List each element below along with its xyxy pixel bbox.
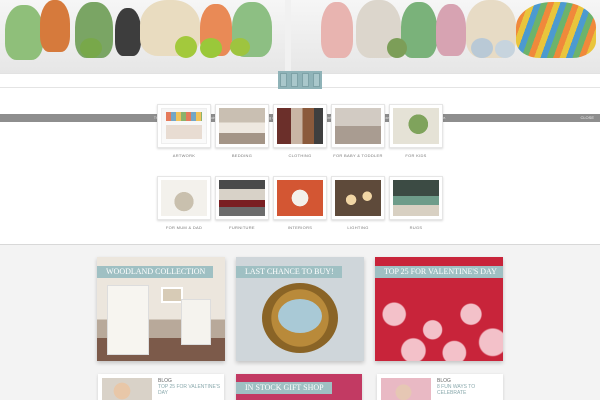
hero-image-knitted-toys-right[interactable] (291, 0, 600, 73)
category-label[interactable]: RUGS (388, 225, 444, 230)
chair-graphic (181, 299, 211, 345)
kids-thumbnail[interactable] (389, 104, 443, 148)
gift-shop-card[interactable]: IN STOCK GIFT SHOP (236, 374, 362, 400)
feature-card-woodland[interactable]: WOODLAND COLLECTION (97, 257, 225, 361)
feature-card-label[interactable]: TOP 25 FOR VALENTINE'S DAY (375, 266, 503, 278)
category-interiors[interactable]: INTERIORS (272, 176, 328, 230)
category-rugs[interactable]: RUGS (388, 176, 444, 230)
slide-indicator[interactable] (280, 73, 287, 87)
category-lighting[interactable]: LIGHTING (330, 176, 386, 230)
blog-thumbnail[interactable] (381, 378, 431, 400)
category-mum-dad[interactable]: FOR MUM & DAD (156, 176, 212, 230)
interiors-thumbnail[interactable] (273, 176, 327, 220)
blog-card-text[interactable]: BLOG TOP 25 FOR VALENTINE'S DAY (158, 378, 224, 396)
furniture-thumbnail[interactable] (215, 176, 269, 220)
category-furniture[interactable]: FURNITURE (214, 176, 270, 230)
wall-art-graphic (161, 287, 183, 303)
rugs-thumbnail[interactable] (389, 176, 443, 220)
blog-title[interactable]: 8 FUN WAYS TO CELEBRATE (437, 384, 475, 396)
feature-card-last-chance[interactable]: LAST CHANCE TO BUY! (236, 257, 364, 361)
blog-card-celebrate[interactable]: BLOG 8 FUN WAYS TO CELEBRATE (377, 374, 503, 400)
bedding-thumbnail[interactable] (215, 104, 269, 148)
blog-card-text[interactable]: BLOG 8 FUN WAYS TO CELEBRATE (437, 378, 503, 396)
category-label[interactable]: FOR BABY & TODDLER (330, 153, 386, 158)
slide-indicator[interactable] (291, 73, 298, 87)
hero-image-knitted-toys-left[interactable] (0, 0, 285, 73)
baby-toddler-thumbnail[interactable] (331, 104, 385, 148)
blog-card-valentines[interactable]: BLOG TOP 25 FOR VALENTINE'S DAY (98, 374, 224, 400)
category-artwork[interactable]: ARTWORK (156, 104, 212, 158)
feature-card-label[interactable]: LAST CHANCE TO BUY! (236, 266, 342, 278)
cookie-close-button[interactable]: CLOSE (580, 114, 594, 122)
artwork-thumbnail[interactable] (157, 104, 211, 148)
hero-banner[interactable] (0, 0, 600, 74)
feature-card-label[interactable]: WOODLAND COLLECTION (97, 266, 214, 278)
category-label[interactable]: BEDDING (214, 153, 270, 158)
feature-card-valentines[interactable]: TOP 25 FOR VALENTINE'S DAY (375, 257, 503, 361)
category-label[interactable]: ARTWORK (156, 153, 212, 158)
mum-dad-thumbnail[interactable] (157, 176, 211, 220)
hero-slider-ribbon[interactable] (278, 71, 322, 89)
category-clothing[interactable]: CLOTHING (272, 104, 328, 158)
category-label[interactable]: CLOTHING (272, 153, 328, 158)
slide-indicator[interactable] (313, 73, 320, 87)
category-baby-toddler[interactable]: FOR BABY & TODDLER (330, 104, 386, 158)
category-label[interactable]: LIGHTING (330, 225, 386, 230)
dresser-graphic (107, 285, 149, 355)
category-label[interactable]: FOR MUM & DAD (156, 225, 212, 230)
clothing-thumbnail[interactable] (273, 104, 327, 148)
gift-shop-label[interactable]: IN STOCK GIFT SHOP (236, 382, 332, 394)
category-label[interactable]: INTERIORS (272, 225, 328, 230)
category-label[interactable]: FOR KIDS (388, 153, 444, 158)
category-kids[interactable]: FOR KIDS (388, 104, 444, 158)
lighting-thumbnail[interactable] (331, 176, 385, 220)
blog-thumbnail[interactable] (102, 378, 152, 400)
category-bedding[interactable]: BEDDING (214, 104, 270, 158)
slide-indicator[interactable] (302, 73, 309, 87)
category-label[interactable]: FURNITURE (214, 225, 270, 230)
swaddled-baby-graphic (278, 299, 322, 333)
blog-title[interactable]: TOP 25 FOR VALENTINE'S DAY (158, 384, 220, 396)
